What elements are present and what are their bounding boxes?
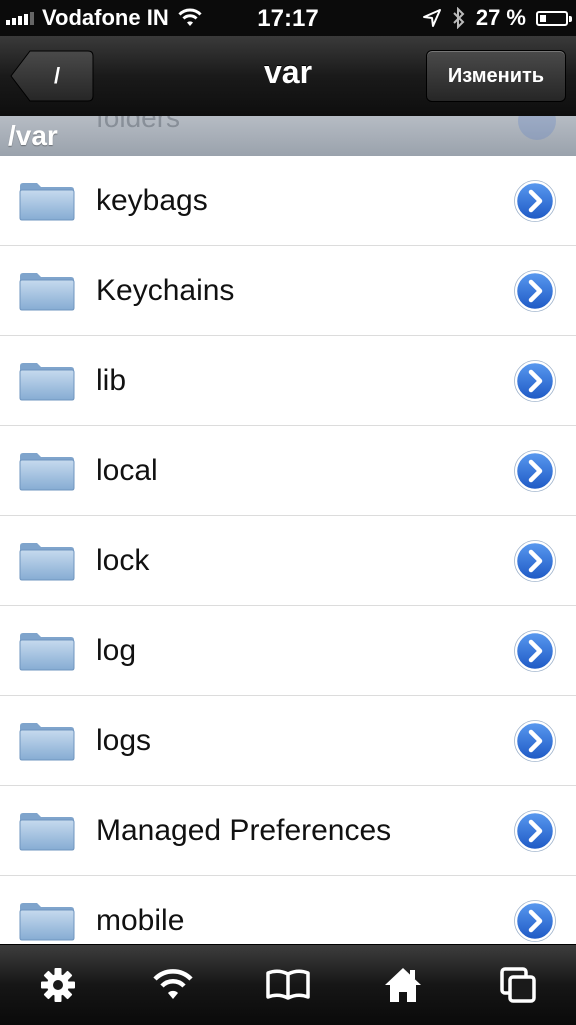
home-button[interactable] xyxy=(346,945,461,1025)
windows-button[interactable] xyxy=(461,945,576,1025)
disclosure-chevron-icon[interactable] xyxy=(514,900,556,942)
list-item[interactable]: Managed Preferences xyxy=(0,786,576,876)
list-item[interactable]: lib xyxy=(0,336,576,426)
status-bar: Vodafone IN 17:17 27 % xyxy=(0,0,576,36)
wifi-icon xyxy=(153,969,193,999)
list-item[interactable]: logs xyxy=(0,696,576,786)
folder-icon xyxy=(19,903,75,941)
list-item[interactable]: local xyxy=(0,426,576,516)
disclosure-chevron-icon[interactable] xyxy=(514,720,556,762)
disclosure-chevron-icon[interactable] xyxy=(514,810,556,852)
disclosure-chevron-icon[interactable] xyxy=(514,270,556,312)
ghost-disclosure-icon xyxy=(518,116,556,140)
navigation-bar: / var Изменить xyxy=(0,36,576,117)
windows-icon xyxy=(500,967,537,1003)
file-list: keybags Keychains lib local lock log logs Manag… xyxy=(0,156,576,944)
book-icon xyxy=(266,969,310,1000)
folder-icon xyxy=(19,813,75,851)
settings-button[interactable] xyxy=(0,945,115,1025)
bookmarks-button[interactable] xyxy=(230,945,345,1025)
folder-icon xyxy=(19,543,75,581)
list-item[interactable]: Keychains xyxy=(0,246,576,336)
item-label: lock xyxy=(96,544,150,577)
scrolled-row-ghost: folders xyxy=(96,116,181,133)
folder-icon xyxy=(19,723,75,761)
item-label: keybags xyxy=(96,184,208,217)
item-label: mobile xyxy=(96,904,185,937)
disclosure-chevron-icon[interactable] xyxy=(514,360,556,402)
item-label: log xyxy=(96,634,137,667)
item-label: logs xyxy=(96,724,152,757)
folder-icon xyxy=(19,453,75,491)
disclosure-chevron-icon[interactable] xyxy=(514,180,556,222)
list-item[interactable]: keybags xyxy=(0,156,576,246)
disclosure-chevron-icon[interactable] xyxy=(514,450,556,492)
disclosure-chevron-icon[interactable] xyxy=(514,630,556,672)
disclosure-chevron-icon[interactable] xyxy=(514,540,556,582)
battery-percent: 27 % xyxy=(475,5,526,30)
item-label: Keychains xyxy=(96,274,235,307)
home-icon xyxy=(385,968,422,1002)
path-label: /var xyxy=(8,120,58,151)
list-item[interactable]: lock xyxy=(0,516,576,606)
bluetooth-icon xyxy=(453,7,465,29)
list-item[interactable]: mobile xyxy=(0,876,576,944)
item-label: lib xyxy=(96,364,127,397)
battery-icon xyxy=(536,10,572,26)
folder-icon xyxy=(19,363,75,401)
path-header: folders /var xyxy=(0,116,576,156)
bottom-toolbar xyxy=(0,944,576,1025)
wifi-button[interactable] xyxy=(115,945,230,1025)
status-right-group: 27 % xyxy=(422,5,572,31)
item-label: Managed Preferences xyxy=(96,814,392,847)
edit-button[interactable]: Изменить xyxy=(426,50,566,102)
folder-icon xyxy=(19,633,75,671)
folder-icon xyxy=(19,273,75,311)
gear-icon xyxy=(40,968,75,1002)
folder-icon xyxy=(19,183,75,221)
item-label: local xyxy=(96,454,158,487)
list-item[interactable]: log xyxy=(0,606,576,696)
location-arrow-icon xyxy=(422,9,441,27)
